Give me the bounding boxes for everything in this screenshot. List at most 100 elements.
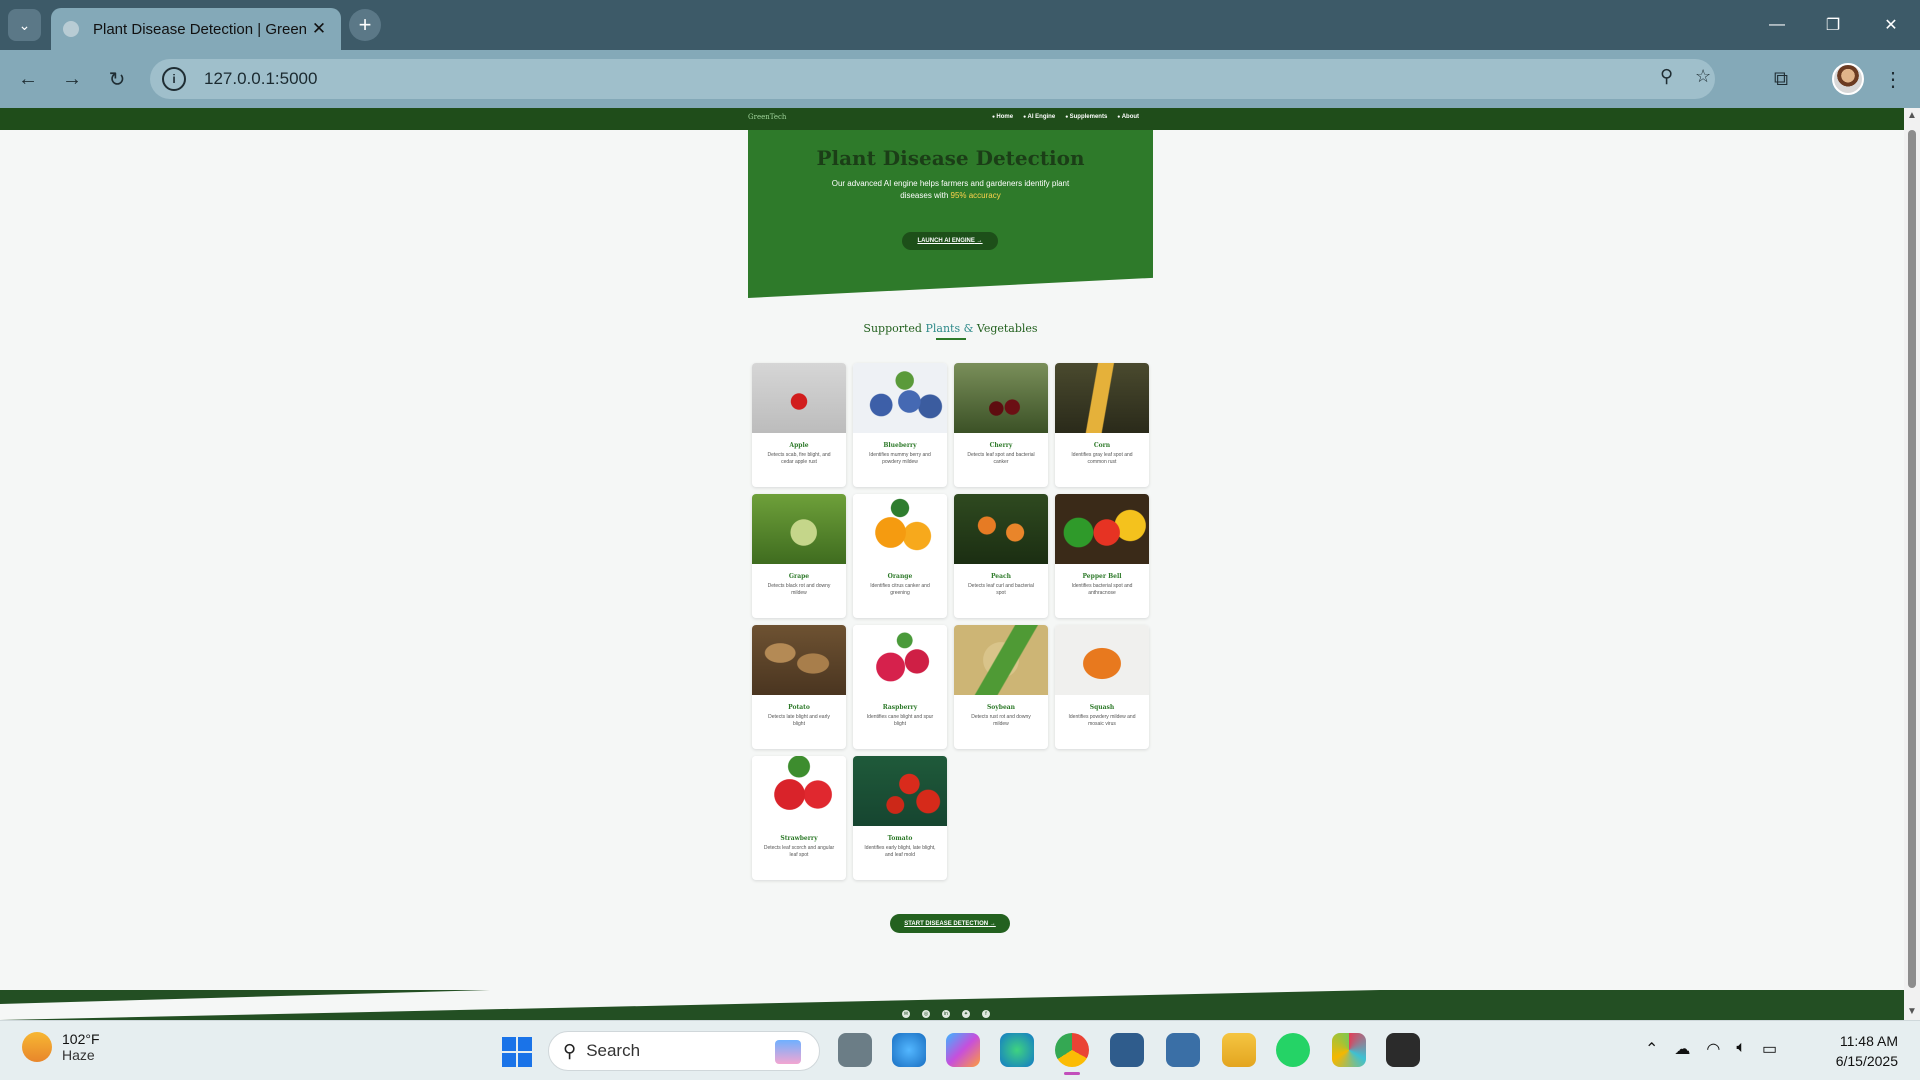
plant-card-potato[interactable]: Potato Detects late blight and early blig… <box>752 625 846 749</box>
nav-item-home[interactable]: ● Home <box>992 114 1013 120</box>
start-disease-detection-button[interactable]: START DISEASE DETECTION → <box>890 914 1010 933</box>
plant-description: Detects leaf curl and bacterial spot <box>968 583 1034 596</box>
edge-icon[interactable] <box>1000 1033 1034 1067</box>
plant-name: Grape <box>788 573 810 580</box>
back-button[interactable]: ← <box>12 63 44 95</box>
cloud-icon[interactable]: ☁ <box>1674 1039 1690 1059</box>
plant-name: Squash <box>1089 704 1115 711</box>
terminal-window-icon[interactable] <box>1110 1033 1144 1067</box>
scroll-up-icon[interactable]: ▲ <box>1907 110 1917 121</box>
scrollbar-thumb[interactable] <box>1908 130 1916 988</box>
command-prompt-icon[interactable] <box>1386 1033 1420 1067</box>
launch-ai-engine-button[interactable]: LAUNCH AI ENGINE → <box>902 232 998 250</box>
address-bar[interactable]: i 127.0.0.1:5000 ⚲ ☆ <box>150 59 1715 99</box>
linkedin-icon[interactable]: in <box>942 1010 950 1018</box>
plant-card-blueberry[interactable]: Blueberry Identifies mummy berry and powd… <box>853 363 947 487</box>
os-taskbar: 102°F Haze ⚲ Search ⌃ ☁ ◠ 🔈︎ ▭ 11:48 AM … <box>0 1020 1920 1080</box>
start-button[interactable] <box>502 1037 532 1067</box>
search-label: Search <box>586 1041 641 1060</box>
plant-name: Peach <box>990 573 1012 580</box>
plant-card-soybean[interactable]: Soybean Detects rust rot and downy mildew <box>954 625 1048 749</box>
clock-date: 6/15/2025 <box>1835 1053 1898 1069</box>
close-window-button[interactable]: ✕ <box>1876 10 1906 40</box>
plant-card-raspberry[interactable]: Raspberry Identifies cane blight and spur… <box>853 625 947 749</box>
plant-description: Identifies gray leaf spot and common rus… <box>1071 452 1133 465</box>
battery-icon[interactable]: ▭ <box>1762 1039 1777 1059</box>
plant-description: Identifies bacterial spot and anthracnos… <box>1071 583 1133 596</box>
plant-card-apple[interactable]: Apple Detects scab, fire blight, and ceda… <box>752 363 846 487</box>
plant-description: Detects leaf scorch and angular leaf spo… <box>763 845 835 858</box>
plant-card-orange[interactable]: Orange Identifies citrus canker and green… <box>853 494 947 618</box>
chrome-icon[interactable] <box>1055 1033 1089 1075</box>
twitter-icon[interactable]: ✦ <box>962 1010 970 1018</box>
plant-name: Orange <box>887 573 913 580</box>
plant-card-peach[interactable]: Peach Detects leaf curl and bacterial spo… <box>954 494 1048 618</box>
minimize-button[interactable]: — <box>1762 10 1792 40</box>
instagram-icon[interactable]: ◎ <box>922 1010 930 1018</box>
site-logo[interactable]: GreenTech <box>748 113 786 121</box>
volume-icon[interactable]: 🔈︎ <box>1736 1039 1746 1059</box>
taskbar-clock[interactable]: 11:48 AM 6/15/2025 <box>1826 1031 1898 1071</box>
plant-image-tomato <box>853 756 947 826</box>
plant-image-squash <box>1055 625 1149 695</box>
restore-button[interactable]: ❐ <box>1818 10 1848 40</box>
plant-card-pepper-bell[interactable]: Pepper Bell Identifies bacterial spot and… <box>1055 494 1149 618</box>
whatsapp-icon[interactable] <box>1276 1033 1310 1067</box>
task-view-icon[interactable] <box>838 1033 872 1067</box>
nav-item-about[interactable]: ● About <box>1117 114 1139 120</box>
facebook-icon[interactable]: f <box>982 1010 990 1018</box>
plant-card-grape[interactable]: Grape Detects black rot and downy mildew <box>752 494 846 618</box>
section-title: Supported Plants & Vegetables <box>863 322 1038 335</box>
email-icon[interactable]: ✉ <box>902 1010 910 1018</box>
browser-menu-icon[interactable]: ⋮ <box>1877 63 1909 95</box>
system-tray: ⌃ ☁ ◠ 🔈︎ ▭ <box>1645 1039 1777 1059</box>
tab-search-button[interactable]: ⌄ <box>8 9 41 41</box>
footer-social-icons: ✉ ◎ in ✦ f <box>902 1010 990 1018</box>
plant-image-raspberry <box>853 625 947 695</box>
file-explorer-icon[interactable] <box>1222 1033 1256 1067</box>
wifi-icon[interactable]: ◠ <box>1706 1039 1720 1059</box>
plant-image-strawberry <box>752 756 846 826</box>
tab-close-icon[interactable]: ✕ <box>309 19 329 39</box>
nav-item-supplements[interactable]: ● Supplements <box>1065 114 1107 120</box>
new-tab-button[interactable]: + <box>349 9 381 41</box>
chevron-up-icon[interactable]: ⌃ <box>1645 1039 1658 1059</box>
weather-widget[interactable]: 102°F Haze <box>22 1031 100 1063</box>
mysql-workbench-icon[interactable] <box>1166 1033 1200 1067</box>
plant-card-cherry[interactable]: Cherry Detects leaf spot and bacterial ca… <box>954 363 1048 487</box>
site-nav-links: ● Home ● AI Engine ● Supplements ● About <box>992 114 1139 120</box>
weather-temp: 102°F <box>62 1031 100 1047</box>
plant-name: Raspberry <box>882 704 918 711</box>
plant-image-peach <box>954 494 1048 564</box>
plant-card-squash[interactable]: Squash Identifies powdery mildew and mosa… <box>1055 625 1149 749</box>
weather-haze-icon <box>22 1032 52 1062</box>
taskbar-search[interactable]: ⚲ Search <box>548 1031 820 1071</box>
app-icon[interactable] <box>1332 1033 1366 1067</box>
plant-image-cherry <box>954 363 1048 433</box>
scroll-down-icon[interactable]: ▼ <box>1907 1006 1917 1017</box>
plant-image-corn <box>1055 363 1149 433</box>
plant-description: Identifies early blight, late blight, an… <box>864 845 936 858</box>
zoom-icon[interactable]: ⚲ <box>1660 66 1673 87</box>
weather-app-icon[interactable] <box>892 1033 926 1067</box>
plant-image-apple <box>752 363 846 433</box>
tab-title: Plant Disease Detection | Green <box>93 20 308 38</box>
reload-button[interactable]: ↻ <box>101 63 133 95</box>
plant-description: Identifies mummy berry and powdery milde… <box>869 452 931 465</box>
plant-description: Identifies cane blight and spur blight <box>866 714 934 727</box>
nav-item-ai-engine[interactable]: ● AI Engine <box>1023 114 1055 120</box>
copilot-icon[interactable] <box>946 1033 980 1067</box>
page-scrollbar[interactable]: ▲ ▼ <box>1904 108 1920 1020</box>
plant-card-corn[interactable]: Corn Identifies gray leaf spot and common… <box>1055 363 1149 487</box>
browser-tab[interactable]: Plant Disease Detection | Green ✕ <box>51 8 341 50</box>
profile-avatar[interactable] <box>1832 63 1864 95</box>
plant-card-strawberry[interactable]: Strawberry Detects leaf scorch and angula… <box>752 756 846 880</box>
bookmark-star-icon[interactable]: ☆ <box>1695 66 1711 87</box>
forward-button[interactable]: → <box>56 63 88 95</box>
plant-card-tomato[interactable]: Tomato Identifies early blight, late blig… <box>853 756 947 880</box>
clock-time: 11:48 AM <box>1839 1033 1898 1049</box>
extensions-icon[interactable]: ⧉ <box>1765 63 1797 95</box>
plant-name: Cherry <box>989 442 1013 449</box>
site-info-icon[interactable]: i <box>162 67 186 91</box>
plant-name: Strawberry <box>780 835 818 842</box>
